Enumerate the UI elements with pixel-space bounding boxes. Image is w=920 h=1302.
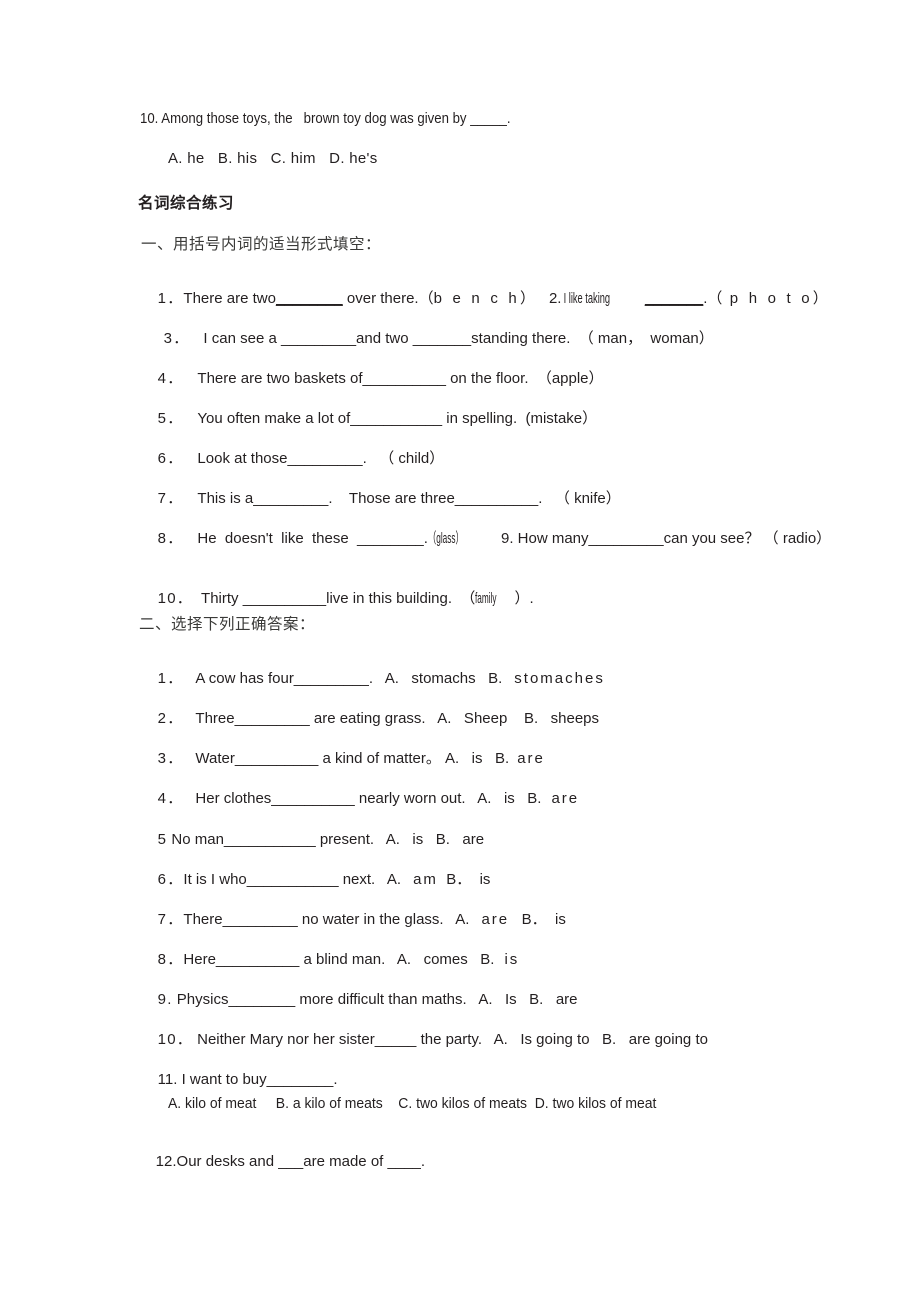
blank-line: ________ xyxy=(275,290,343,307)
item-2-blank-line: _______ xyxy=(644,290,704,307)
item-stem: I want to buy________. xyxy=(177,1071,338,1088)
choice-item-12: 12.Our desks and ___are made of ____. xyxy=(139,1135,425,1189)
item-stem: Three_________ are eating grass. A. Shee… xyxy=(195,710,600,727)
item-stem: It is I who___________ next. A. xyxy=(183,871,402,888)
item-9-number: 9. xyxy=(500,530,514,547)
item-number: 6． xyxy=(157,871,184,888)
item-text: Look at those_________. （ child） xyxy=(197,450,445,467)
item-number: 7． xyxy=(157,911,184,928)
item-text: I can see a _________and two _______stan… xyxy=(203,330,714,347)
item-cue-word: b e n c h xyxy=(433,290,520,307)
exercise-item-8: 8． He doesn't like these ________.（glass）… xyxy=(141,512,832,566)
option-b-text: stomaches xyxy=(514,670,605,687)
option-b-text: are xyxy=(517,750,545,767)
item-cue-close: ）. xyxy=(514,590,534,607)
item-stem: Here__________ a blind man. A. comes B. xyxy=(183,951,495,968)
item-stem: Neither Mary nor her sister_____ the par… xyxy=(192,1031,708,1048)
item-stem: Physics________ more difficult than math… xyxy=(172,991,578,1008)
item-number: 12. xyxy=(155,1153,177,1170)
item-2-cue-close: ） xyxy=(812,290,828,307)
item-number: 5 xyxy=(157,831,168,848)
item-text: There are two baskets of__________ on th… xyxy=(197,370,604,387)
item-number: 11. xyxy=(157,1071,178,1088)
option-b-tail: B． is xyxy=(509,911,566,928)
item-text-post: over there.（ xyxy=(342,290,434,307)
document-page: 10. Among those toys, the brown toy dog … xyxy=(0,0,920,1302)
item-number: 8． xyxy=(157,951,184,968)
item-stem: Our desks and ___are made of ____. xyxy=(176,1153,426,1170)
item-number: 10． xyxy=(157,1031,193,1048)
page-title: 名词综合练习 xyxy=(138,194,235,212)
item-2-number: 2. xyxy=(548,290,562,307)
carryover-question-stem: 10. Among those toys, the brown toy dog … xyxy=(140,110,511,127)
item-text-pre: Thirty __________live in this building. … xyxy=(192,590,476,607)
item-number: 3． xyxy=(157,750,184,767)
item-text: You often make a lot of___________ in sp… xyxy=(197,410,598,427)
item-number: 1． xyxy=(157,670,184,687)
section-one-heading: 一、用括号内词的适当形式填空： xyxy=(141,235,382,253)
item-cue-word: family xyxy=(475,590,497,607)
option-b-text: are xyxy=(551,790,580,807)
item-number: 8． xyxy=(157,530,184,547)
item-number: 6． xyxy=(157,450,184,467)
option-a-text: am xyxy=(413,871,438,888)
item-number: 5． xyxy=(157,410,184,427)
option-a-text: are xyxy=(481,911,510,928)
item-2-text-pre: I like taking xyxy=(561,290,614,307)
item-text: This is a_________. Those are three_____… xyxy=(197,490,621,507)
section-two-heading: 二、选择下列正确答案： xyxy=(139,615,316,633)
item-2-cue-word: p h o t o xyxy=(722,290,813,307)
item-number: 4． xyxy=(157,370,184,387)
item-number: 7． xyxy=(157,490,184,507)
option-b-text: is xyxy=(504,951,520,968)
item-number: 9. xyxy=(157,991,173,1008)
item-text: He doesn't like these ________. xyxy=(197,530,428,547)
item-stem: Water__________ a kind of matter。 A. is … xyxy=(195,750,510,767)
item-cue-word: （glass） xyxy=(427,530,464,547)
item-number: 10． xyxy=(157,590,193,607)
item-text-pre: There are two xyxy=(183,290,276,307)
item-stem: A cow has four_________. A. stomachs B. xyxy=(195,670,503,687)
item-number: 1． xyxy=(157,290,184,307)
item-2-text-post: .（ xyxy=(703,290,723,307)
carryover-question-options: A. he B. his C. him D. he's xyxy=(168,150,378,167)
item-stem: Her clothes__________ nearly worn out. A… xyxy=(195,790,542,807)
item-9-text: How many_________can you see？ （ radio） xyxy=(513,530,832,547)
item-stem: No man___________ present. A. is B. are xyxy=(167,831,485,848)
item-number: 3． xyxy=(163,330,190,347)
choice-item-11-options: A. kilo of meat B. a kilo of meats C. tw… xyxy=(168,1095,657,1112)
item-number: 2． xyxy=(157,710,184,727)
option-b-tail: B． is xyxy=(437,871,491,888)
item-stem: There_________ no water in the glass. A. xyxy=(183,911,470,928)
item-number: 4． xyxy=(157,790,184,807)
item-cue-close: ） xyxy=(519,290,535,307)
